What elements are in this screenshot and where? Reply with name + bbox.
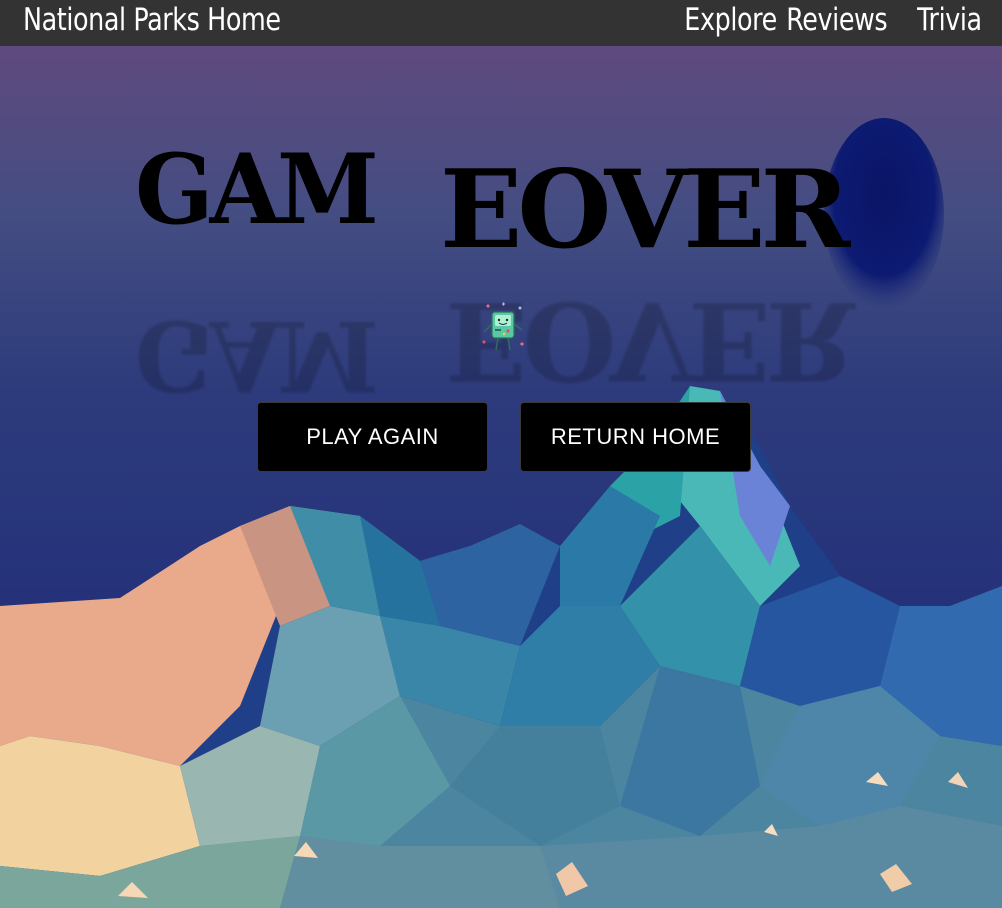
return-home-button[interactable]: RETURN HOME	[520, 402, 751, 472]
bmo-robot-icon	[482, 302, 524, 351]
title-reflection-part1: GAM	[135, 299, 375, 413]
nav-link-explore[interactable]: Explore	[684, 0, 777, 46]
game-over-title: GAM EOVER	[130, 141, 870, 271]
top-navigation-bar: National Parks Home Explore Reviews Triv…	[0, 0, 1002, 46]
nav-home-link[interactable]: National Parks Home	[23, 0, 281, 46]
title-part-1: GAM	[135, 132, 379, 246]
mountain-range	[0, 386, 1002, 908]
game-over-scene: GAM EOVER GAM EOVER PLAY AGAIN RETURN HO…	[0, 46, 1002, 908]
nav-link-reviews[interactable]: Reviews	[786, 0, 887, 46]
nav-link-trivia[interactable]: Trivia	[917, 0, 982, 46]
title-part-2: EOVER	[440, 147, 850, 273]
play-again-button[interactable]: PLAY AGAIN	[257, 402, 488, 472]
